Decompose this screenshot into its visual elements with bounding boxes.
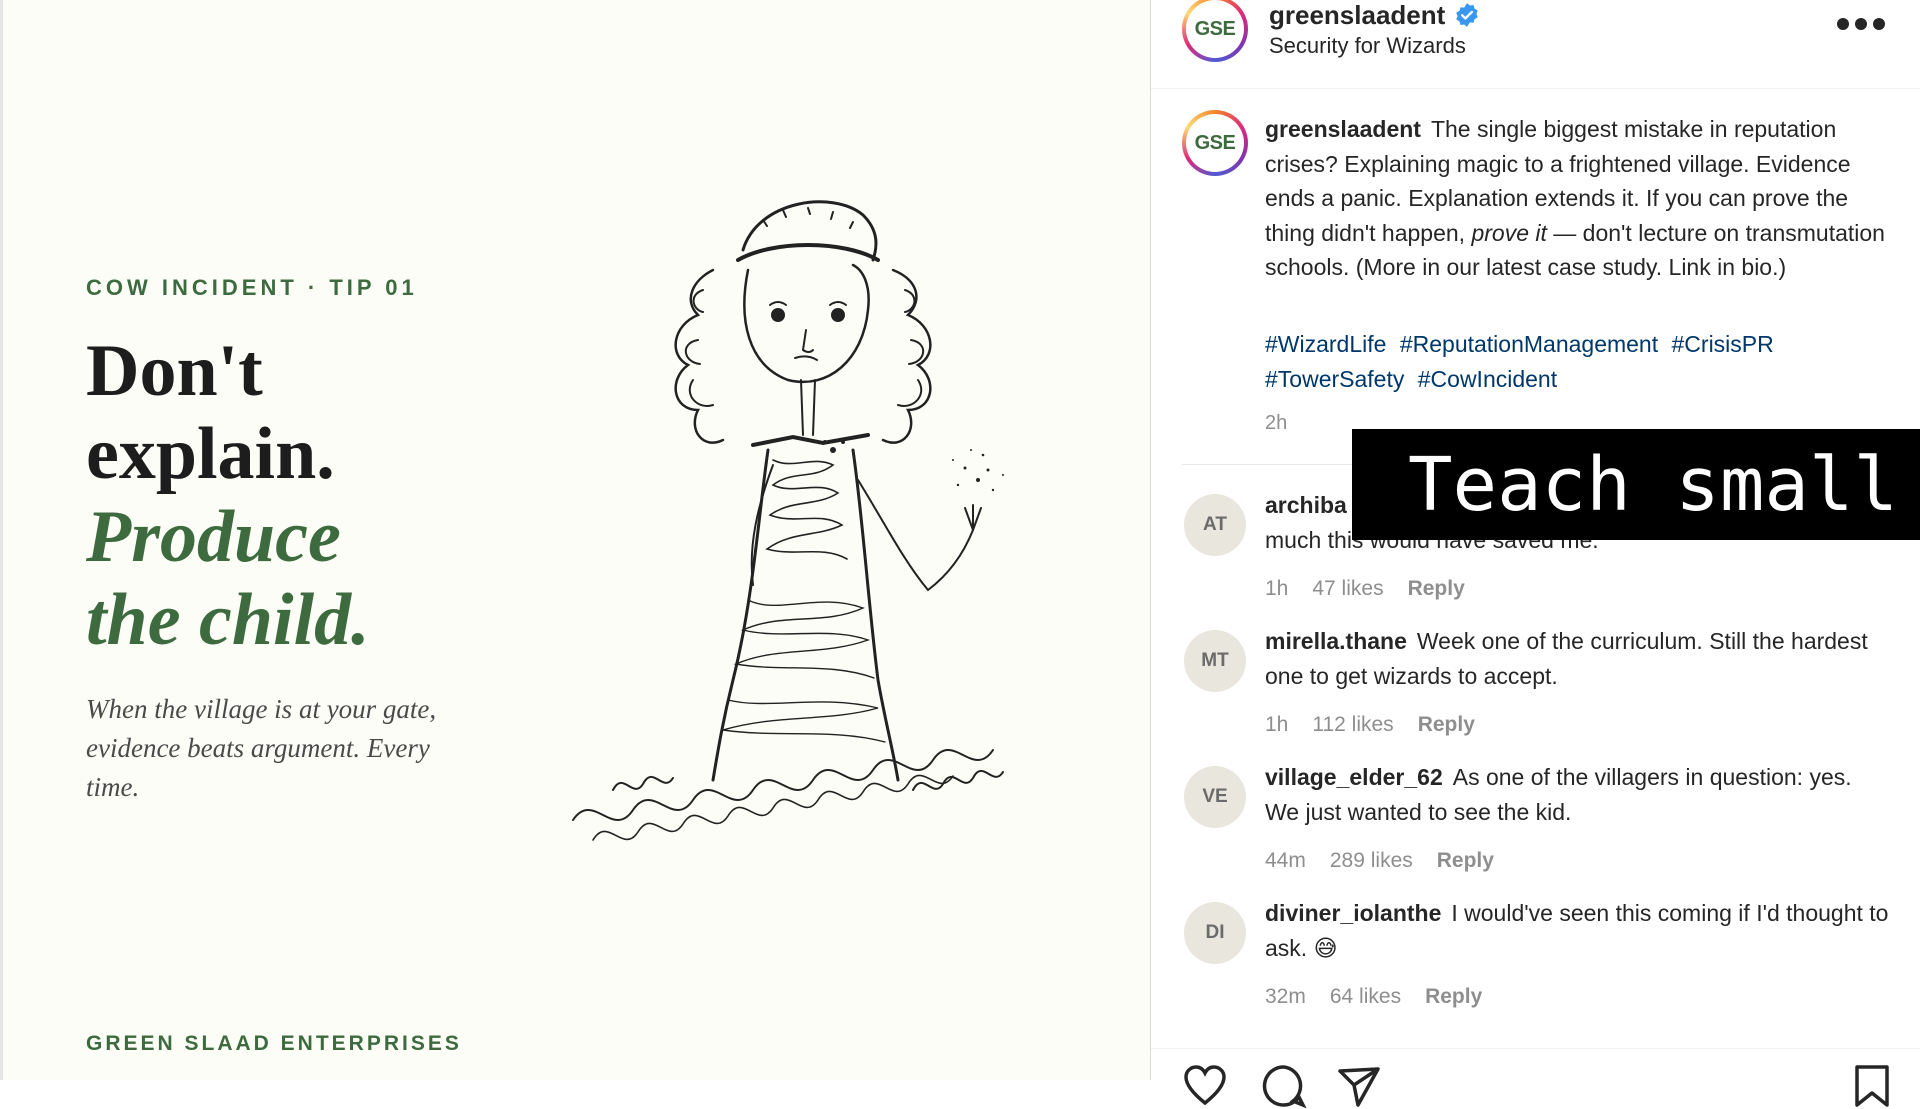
comment-likes[interactable]: 289 likes: [1330, 849, 1413, 872]
hashtag-list: #WizardLife #ReputationManagement #Crisi…: [1265, 327, 1890, 396]
post-subtext: When the village is at your gate, eviden…: [86, 694, 437, 802]
commenter-avatar[interactable]: DI: [1184, 902, 1246, 964]
comment-meta: 1h 112 likes Reply: [1265, 713, 1499, 737]
commenter-avatar[interactable]: AT: [1184, 494, 1246, 556]
hashtag-link[interactable]: #CowIncident: [1418, 366, 1557, 392]
more-options-icon[interactable]: [1835, 10, 1887, 38]
ink-figure-illustration: [572, 200, 1004, 841]
comment-text: mirella.thane Week one of the curriculum.…: [1265, 624, 1890, 693]
post-image: COW INCIDENT · TIP 01 Don't explain. Pro…: [0, 0, 1150, 1080]
share-icon[interactable]: [1336, 1063, 1382, 1109]
post-header: GSE greenslaadent Security for Wizards: [1151, 0, 1920, 89]
comment-time: 1h: [1265, 713, 1289, 736]
reply-button[interactable]: Reply: [1425, 985, 1482, 1008]
headline-line-3: Produce: [86, 496, 341, 578]
post-action-bar: [1151, 1048, 1920, 1109]
hashtag-link[interactable]: #TowerSafety: [1265, 366, 1404, 392]
comment-icon[interactable]: [1261, 1063, 1307, 1109]
header-subtitle: Security for Wizards: [1269, 33, 1466, 58]
hashtag-link[interactable]: #ReputationManagement: [1400, 331, 1658, 357]
comment-time: 44m: [1265, 849, 1306, 872]
commenter-username[interactable]: mirella.thane: [1265, 628, 1407, 654]
commenter-avatar[interactable]: MT: [1184, 630, 1246, 692]
caption-text: greenslaadent The single biggest mistake …: [1265, 112, 1890, 285]
reply-button[interactable]: Reply: [1408, 577, 1465, 600]
headline-line-2: explain.: [86, 413, 335, 495]
comment-text: diviner_iolanthe I would've seen this com…: [1265, 896, 1890, 965]
heart-icon[interactable]: [1182, 1063, 1228, 1109]
headline-line-4: the child.: [86, 579, 370, 661]
caption-avatar-initials: GSE: [1186, 114, 1244, 172]
comment-meta: 44m 289 likes Reply: [1265, 849, 1518, 873]
hashtag-link[interactable]: #WizardLife: [1265, 331, 1386, 357]
comment-likes[interactable]: 64 likes: [1330, 985, 1401, 1008]
post-side-panel: GSE greenslaadent Security for Wizards G…: [1150, 0, 1920, 1109]
caption-timestamp: 2h: [1265, 412, 1288, 434]
avatar-initials: GSE: [1186, 0, 1244, 58]
commenter-username[interactable]: diviner_iolanthe: [1265, 900, 1441, 926]
reply-button[interactable]: Reply: [1437, 849, 1494, 872]
comment-meta: 1h 47 likes Reply: [1265, 577, 1489, 601]
caption-avatar[interactable]: GSE: [1182, 110, 1248, 176]
caption-body-emphasis: prove it: [1471, 219, 1547, 246]
commenter-username[interactable]: archiba: [1265, 492, 1347, 518]
profile-avatar[interactable]: GSE: [1182, 0, 1248, 62]
commenter-username[interactable]: village_elder_62: [1265, 764, 1443, 790]
bookmark-icon[interactable]: [1849, 1063, 1895, 1109]
headline-line-1: Don't: [86, 330, 263, 412]
reply-button[interactable]: Reply: [1418, 713, 1475, 736]
comment-time: 1h: [1265, 577, 1289, 600]
comment-meta: 32m 64 likes Reply: [1265, 985, 1506, 1009]
comment-likes[interactable]: 47 likes: [1312, 577, 1383, 600]
comment-time: 32m: [1265, 985, 1306, 1008]
post-brand: GREEN SLAAD ENTERPRISES: [86, 1032, 462, 1055]
hashtag-link[interactable]: #CrisisPR: [1672, 331, 1774, 357]
comment-text: village_elder_62 As one of the villagers …: [1265, 760, 1890, 829]
post-eyebrow: COW INCIDENT · TIP 01: [86, 275, 418, 300]
verified-badge-icon: [1456, 3, 1478, 27]
caption-username[interactable]: greenslaadent: [1265, 116, 1421, 142]
caption-overlay: Teach small: [1352, 429, 1920, 540]
header-username[interactable]: greenslaadent: [1269, 0, 1445, 31]
post-headline: Don't explain. Produce the child.: [86, 330, 556, 662]
comment-likes[interactable]: 112 likes: [1312, 713, 1393, 736]
commenter-avatar[interactable]: VE: [1184, 766, 1246, 828]
